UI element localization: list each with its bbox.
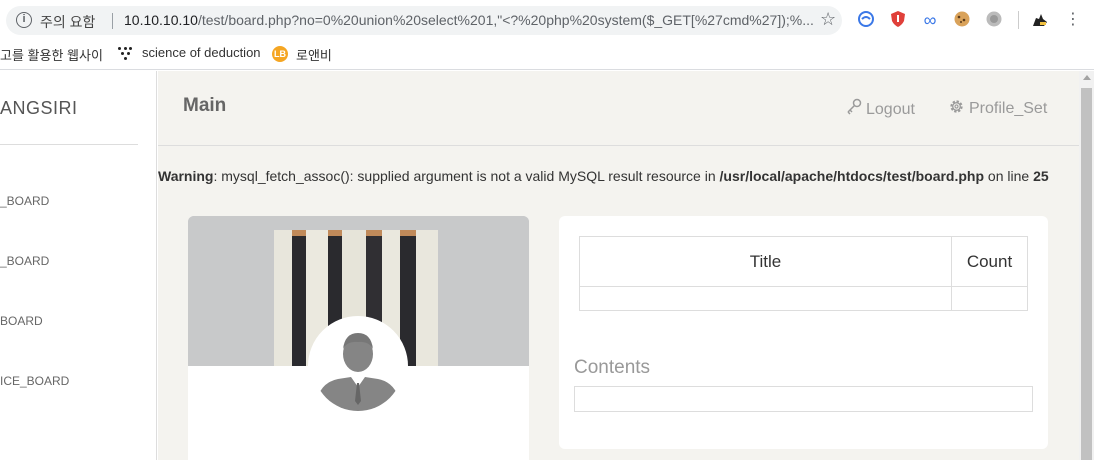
- site-brand[interactable]: ANGSIRI: [0, 98, 78, 119]
- logout-label: Logout: [866, 100, 915, 118]
- sidebar-item-notice-board[interactable]: ICE_BOARD: [0, 374, 69, 388]
- sidebar-item-board-2[interactable]: _BOARD: [0, 254, 49, 268]
- extension-divider: [1018, 11, 1019, 29]
- sidebar-item-board-3[interactable]: BOARD: [0, 314, 43, 328]
- browser-toolbar: i 주의 요함 10.10.10.10/test/board.php?no=0%…: [0, 0, 1094, 40]
- sync-extension-icon[interactable]: [856, 10, 876, 30]
- sidebar-item-board-1[interactable]: _BOARD: [0, 194, 49, 208]
- profile-avatar-icon[interactable]: [1030, 10, 1050, 30]
- infinity-extension-icon[interactable]: ∞: [920, 10, 940, 30]
- bookmark-item[interactable]: 로앤비: [296, 45, 332, 64]
- table-row[interactable]: [579, 286, 1028, 311]
- column-header-title: Title: [579, 236, 952, 287]
- warning-message: : mysql_fetch_assoc(): supplied argument…: [213, 168, 720, 184]
- sidebar-divider: [0, 144, 138, 145]
- omnibox-divider: [112, 13, 113, 29]
- bookmarks-bar: 고를 활용한 웹사이 science of deduction 로앤비: [0, 40, 1094, 70]
- profile-card: [188, 216, 529, 460]
- bookmark-star-icon[interactable]: ☆: [820, 9, 836, 30]
- table-cell-title: [579, 286, 952, 311]
- profile-set-label: Profile_Set: [969, 100, 1048, 117]
- header-divider: [158, 145, 1079, 146]
- cookie-extension-icon[interactable]: [952, 10, 972, 30]
- page-scrollbar[interactable]: [1079, 71, 1094, 460]
- warning-line-text: on line: [984, 168, 1034, 184]
- warning-line: 25: [1033, 168, 1049, 184]
- page-title: Main: [183, 95, 227, 116]
- url-host: 10.10.10.10: [124, 12, 198, 28]
- warning-prefix: Warning: [158, 168, 214, 184]
- scroll-up-arrow-icon[interactable]: [1083, 75, 1091, 80]
- url-text[interactable]: 10.10.10.10/test/board.php?no=0%20union%…: [124, 12, 814, 28]
- logout-link[interactable]: Logout: [846, 98, 915, 121]
- contents-field[interactable]: [574, 386, 1033, 412]
- bookmark-item[interactable]: science of deduction: [142, 45, 261, 60]
- board-table: Title Count: [579, 236, 1028, 311]
- column-header-count: Count: [951, 236, 1028, 287]
- table-cell-count: [951, 286, 1028, 311]
- globe-extension-icon[interactable]: [984, 10, 1004, 30]
- bookmark-item[interactable]: 고를 활용한 웹사이: [0, 45, 103, 64]
- info-icon[interactable]: i: [16, 12, 32, 28]
- more-menu-icon[interactable]: ⋮: [1063, 10, 1083, 30]
- warning-path: /usr/local/apache/htdocs/test/board.php: [719, 168, 985, 184]
- gear-icon: [948, 98, 965, 120]
- lawnb-logo-icon: LB: [272, 46, 288, 62]
- php-warning: Warning: mysql_fetch_assoc(): supplied a…: [158, 168, 1049, 184]
- security-label[interactable]: 주의 요함: [40, 12, 95, 32]
- sidebar: ANGSIRI _BOARD _BOARD BOARD ICE_BOARD: [0, 71, 157, 460]
- board-card: Title Count Contents: [559, 216, 1048, 449]
- shield-extension-icon[interactable]: [888, 10, 908, 30]
- profile-set-link[interactable]: Profile_Set: [948, 98, 1047, 120]
- scrollbar-thumb[interactable]: [1081, 88, 1092, 460]
- contents-label: Contents: [574, 357, 651, 378]
- dots-icon: [118, 47, 132, 61]
- key-icon: [846, 98, 862, 121]
- address-bar[interactable]: i 주의 요함 10.10.10.10/test/board.php?no=0%…: [6, 6, 842, 35]
- main-panel: Main Logout Profile_Set Warning: mysql_f…: [158, 71, 1079, 460]
- user-avatar-icon[interactable]: [308, 316, 408, 416]
- url-path: /test/board.php?no=0%20union%20select%20…: [197, 12, 814, 28]
